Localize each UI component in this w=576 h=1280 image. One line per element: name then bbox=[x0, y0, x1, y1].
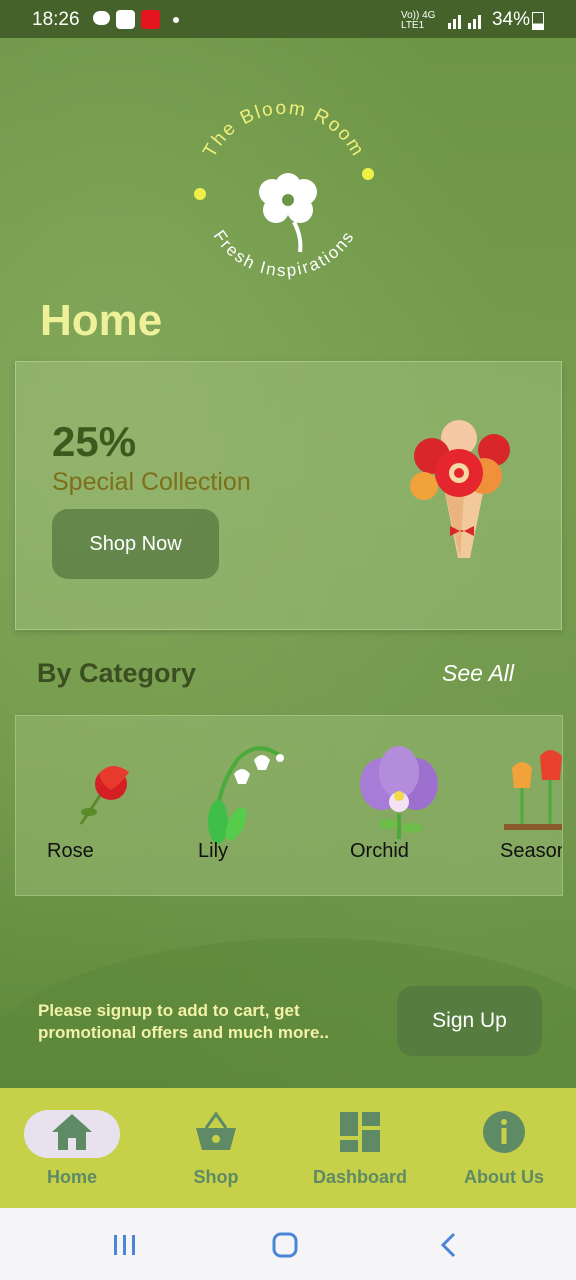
info-icon bbox=[483, 1111, 525, 1153]
home-system-icon[interactable] bbox=[272, 1232, 298, 1258]
nav-label: Shop bbox=[193, 1167, 239, 1187]
status-time: 18:26 bbox=[32, 9, 80, 30]
chat-notification-icon bbox=[93, 11, 110, 25]
flower-icon bbox=[259, 173, 317, 253]
dashboard-icon bbox=[340, 1112, 380, 1152]
jio-notification-icon bbox=[141, 10, 160, 29]
sign-up-button[interactable]: Sign Up bbox=[397, 986, 542, 1056]
home-icon bbox=[52, 1114, 92, 1150]
nav-item-dashboard[interactable]: Dashboard bbox=[288, 1088, 432, 1208]
see-all-link[interactable]: See All bbox=[442, 660, 514, 687]
network-indicator: Vo)) 4G LTE1 bbox=[401, 11, 435, 31]
category-label: Rose bbox=[47, 840, 94, 862]
category-item-rose[interactable]: Rose bbox=[47, 716, 167, 895]
app-notification-icon bbox=[116, 10, 135, 29]
home-screen: The Bloom Room Fresh Inspirations Home 2… bbox=[0, 38, 576, 1088]
category-list[interactable]: Rose Lily Orchid Seaso bbox=[15, 715, 563, 896]
system-nav-bar bbox=[0, 1208, 576, 1280]
bloom-room-logo: The Bloom Room Fresh Inspirations bbox=[194, 98, 374, 280]
promo-percent: 25% bbox=[52, 418, 137, 465]
promo-card[interactable]: 25% Special Collection Shop Now bbox=[15, 361, 562, 630]
category-label: Lily bbox=[198, 840, 229, 862]
network-bottom-label: LTE1 bbox=[401, 20, 425, 31]
battery-icon bbox=[532, 12, 544, 30]
nav-item-home[interactable]: Home bbox=[0, 1088, 144, 1208]
tulips-icon bbox=[504, 750, 562, 830]
page-title: Home bbox=[40, 296, 163, 345]
svg-text:The Bloom Room: The Bloom Room bbox=[199, 98, 368, 161]
signup-message: Please signup to add to cart, get promot… bbox=[38, 1001, 329, 1042]
promo-subtitle: Special Collection bbox=[52, 468, 251, 496]
bouquet-icon bbox=[410, 420, 510, 558]
status-bar: 18:26 Vo)) 4G LTE1 34% bbox=[0, 0, 576, 38]
back-icon[interactable] bbox=[438, 1232, 458, 1258]
nav-label: About Us bbox=[464, 1167, 544, 1187]
category-item-lily[interactable]: Lily bbox=[198, 716, 318, 895]
svg-text:Fresh Inspirations: Fresh Inspirations bbox=[210, 227, 359, 280]
orchid-icon bbox=[360, 746, 438, 839]
nav-label: Dashboard bbox=[312, 1167, 408, 1187]
battery-label: 34% bbox=[491, 9, 530, 30]
bottom-nav: Home Shop Dashboard About Us bbox=[0, 1088, 576, 1208]
basket-icon bbox=[196, 1111, 236, 1150]
more-notifications-dot bbox=[173, 17, 179, 23]
nav-item-shop[interactable]: Shop bbox=[144, 1088, 288, 1208]
rose-icon bbox=[79, 765, 129, 825]
shop-now-button[interactable]: Shop Now bbox=[52, 509, 219, 579]
signal-icon bbox=[448, 15, 481, 29]
category-title: By Category bbox=[37, 658, 197, 688]
category-label: Orchid bbox=[350, 840, 409, 862]
logo-bottom-text: Fresh Inspirations bbox=[210, 227, 357, 280]
nav-label: Home bbox=[46, 1167, 97, 1187]
nav-item-about[interactable]: About Us bbox=[432, 1088, 576, 1208]
recent-apps-icon[interactable] bbox=[112, 1234, 138, 1256]
lily-icon bbox=[208, 746, 284, 844]
logo-top-text: The Bloom Room bbox=[199, 98, 366, 161]
category-item-orchid[interactable]: Orchid bbox=[350, 716, 470, 895]
category-label: Seasonal bbox=[500, 840, 562, 862]
category-item-seasonal[interactable]: Seasonal bbox=[500, 716, 562, 895]
